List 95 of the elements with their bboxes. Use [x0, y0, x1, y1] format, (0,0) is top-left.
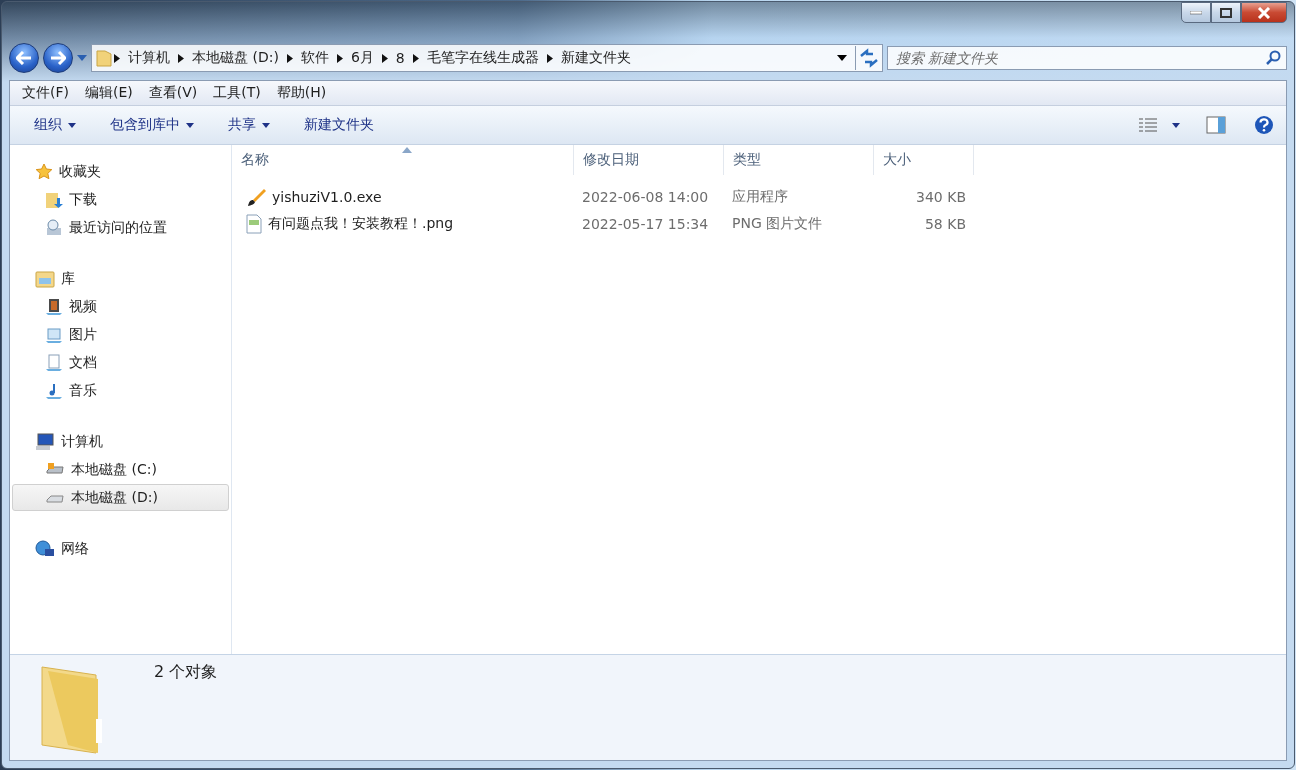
caret-icon: [1172, 122, 1180, 128]
clock-computer-icon: [45, 218, 63, 237]
help-icon[interactable]: [1254, 115, 1274, 135]
chevron-icon: [546, 53, 553, 63]
history-dropdown-icon[interactable]: [77, 55, 87, 61]
brush-icon: [246, 186, 266, 207]
breadcrumb-item[interactable]: 计算机: [122, 49, 176, 67]
menu-item[interactable]: 文件(F): [14, 84, 77, 102]
nav-label: 文档: [69, 353, 97, 372]
column-header[interactable]: 名称: [232, 145, 574, 175]
nav-label: 最近访问的位置: [69, 218, 167, 237]
breadcrumb-item[interactable]: 软件: [294, 49, 335, 67]
document-icon: [45, 353, 63, 372]
breadcrumb-item[interactable]: 新建文件夹: [554, 49, 637, 67]
nav-label: 计算机: [61, 432, 103, 451]
nav-label: 网络: [61, 539, 89, 558]
folder-arrow-icon: [45, 190, 63, 209]
back-button[interactable]: [9, 43, 39, 73]
date-cell-text: 2022-05-17 15:34: [581, 215, 710, 232]
menu-item[interactable]: 查看(V): [140, 84, 206, 102]
nav-item[interactable]: 计算机: [12, 428, 229, 455]
nav-item[interactable]: 最近访问的位置: [12, 214, 229, 241]
toolbar-button[interactable]: 组织: [22, 116, 88, 134]
preview-pane-icon[interactable]: [1206, 116, 1226, 134]
nav-label: 音乐: [69, 381, 97, 400]
maximize-icon: [1220, 7, 1232, 18]
chevron-icon: [178, 53, 184, 63]
menu-item[interactable]: 工具(T): [205, 84, 269, 102]
close-icon: [1257, 6, 1271, 19]
size-cell-text: 58 KB: [923, 215, 967, 232]
menu-item[interactable]: 帮助(H): [268, 84, 335, 102]
breadcrumb-item[interactable]: 本地磁盘 (D:): [186, 49, 285, 67]
library-folder-icon: [35, 269, 55, 288]
nav-item[interactable]: 视频: [12, 293, 229, 320]
nav-label: 图片: [69, 325, 97, 344]
breadcrumb-item[interactable]: 8: [389, 50, 411, 66]
chevron-icon: [412, 53, 419, 63]
forward-button[interactable]: [43, 43, 73, 73]
star-icon: [35, 162, 53, 181]
type-cell-text: 应用程序: [731, 187, 789, 206]
nav-item[interactable]: 本地磁盘 (C:): [12, 456, 229, 483]
nav-item[interactable]: 下载: [12, 186, 229, 213]
arrow-left-icon: [16, 51, 32, 65]
nav-item[interactable]: 音乐: [12, 377, 229, 404]
nav-label: 下载: [69, 190, 97, 209]
search-icon: [1265, 50, 1281, 66]
image-file-icon: [246, 213, 262, 234]
header-label: 修改日期: [583, 151, 639, 169]
nav-item[interactable]: 图片: [12, 321, 229, 348]
header-label: 大小: [883, 151, 911, 169]
nav-label: 收藏夹: [59, 162, 101, 181]
column-header[interactable]: 类型: [724, 145, 874, 175]
nav-item[interactable]: 文档: [12, 349, 229, 376]
chevron-icon: [336, 53, 343, 63]
date-cell-text: 2022-06-08 14:00: [581, 188, 710, 205]
address-bar[interactable]: 计算机 本地磁盘 (D:) 软件 6月 8 毛笔字在线生成器 新建文件夹: [91, 44, 883, 72]
minimize-button[interactable]: [1181, 2, 1211, 23]
arrow-right-icon: [50, 51, 66, 65]
nav-item[interactable]: 库: [12, 265, 229, 292]
minimize-icon: [1190, 10, 1202, 15]
column-header[interactable]: 修改日期: [574, 145, 724, 175]
chevron-icon: [114, 53, 120, 63]
film-icon: [45, 297, 63, 316]
file-name[interactable]: 有问题点我！安装教程！.png: [268, 214, 454, 233]
computer-icon: [35, 432, 55, 451]
nav-label: 视频: [69, 297, 97, 316]
breadcrumb-item[interactable]: 毛笔字在线生成器: [420, 49, 545, 67]
search-field[interactable]: 搜索 新建文件夹: [887, 46, 1287, 70]
nav-label: 库: [61, 269, 75, 288]
maximize-button[interactable]: [1211, 2, 1241, 23]
nav-label: 本地磁盘 (D:): [71, 488, 158, 507]
nav-label: 本地磁盘 (C:): [71, 460, 157, 479]
nav-item[interactable]: 本地磁盘 (D:): [12, 484, 229, 511]
close-button[interactable]: [1241, 2, 1287, 23]
nav-item[interactable]: 网络: [12, 535, 229, 562]
toolbar-button[interactable]: 新建文件夹: [292, 116, 386, 134]
menu-item[interactable]: 编辑(E): [77, 84, 141, 102]
size-cell-text: 340 KB: [915, 188, 967, 205]
column-header[interactable]: 大小: [874, 145, 974, 175]
toolbar-button[interactable]: 包含到库中: [98, 116, 206, 134]
header-label: 类型: [733, 151, 761, 169]
chevron-icon: [286, 53, 293, 63]
type-cell-text: PNG 图片文件: [731, 214, 824, 233]
breadcrumb-item[interactable]: 6月: [344, 49, 380, 67]
dropdown-icon[interactable]: [837, 55, 847, 61]
nav-item[interactable]: 收藏夹: [12, 158, 229, 185]
folder-icon: [96, 49, 112, 67]
item-count: 2 个对象: [154, 662, 218, 683]
music-note-icon: [45, 381, 63, 400]
toolbar-button[interactable]: 共享: [216, 116, 282, 134]
header-label: 名称: [241, 151, 269, 169]
chevron-icon: [381, 53, 388, 63]
picture-icon: [45, 325, 63, 344]
file-name[interactable]: yishuziV1.0.exe: [272, 188, 382, 205]
globe-computer-icon: [35, 539, 55, 558]
